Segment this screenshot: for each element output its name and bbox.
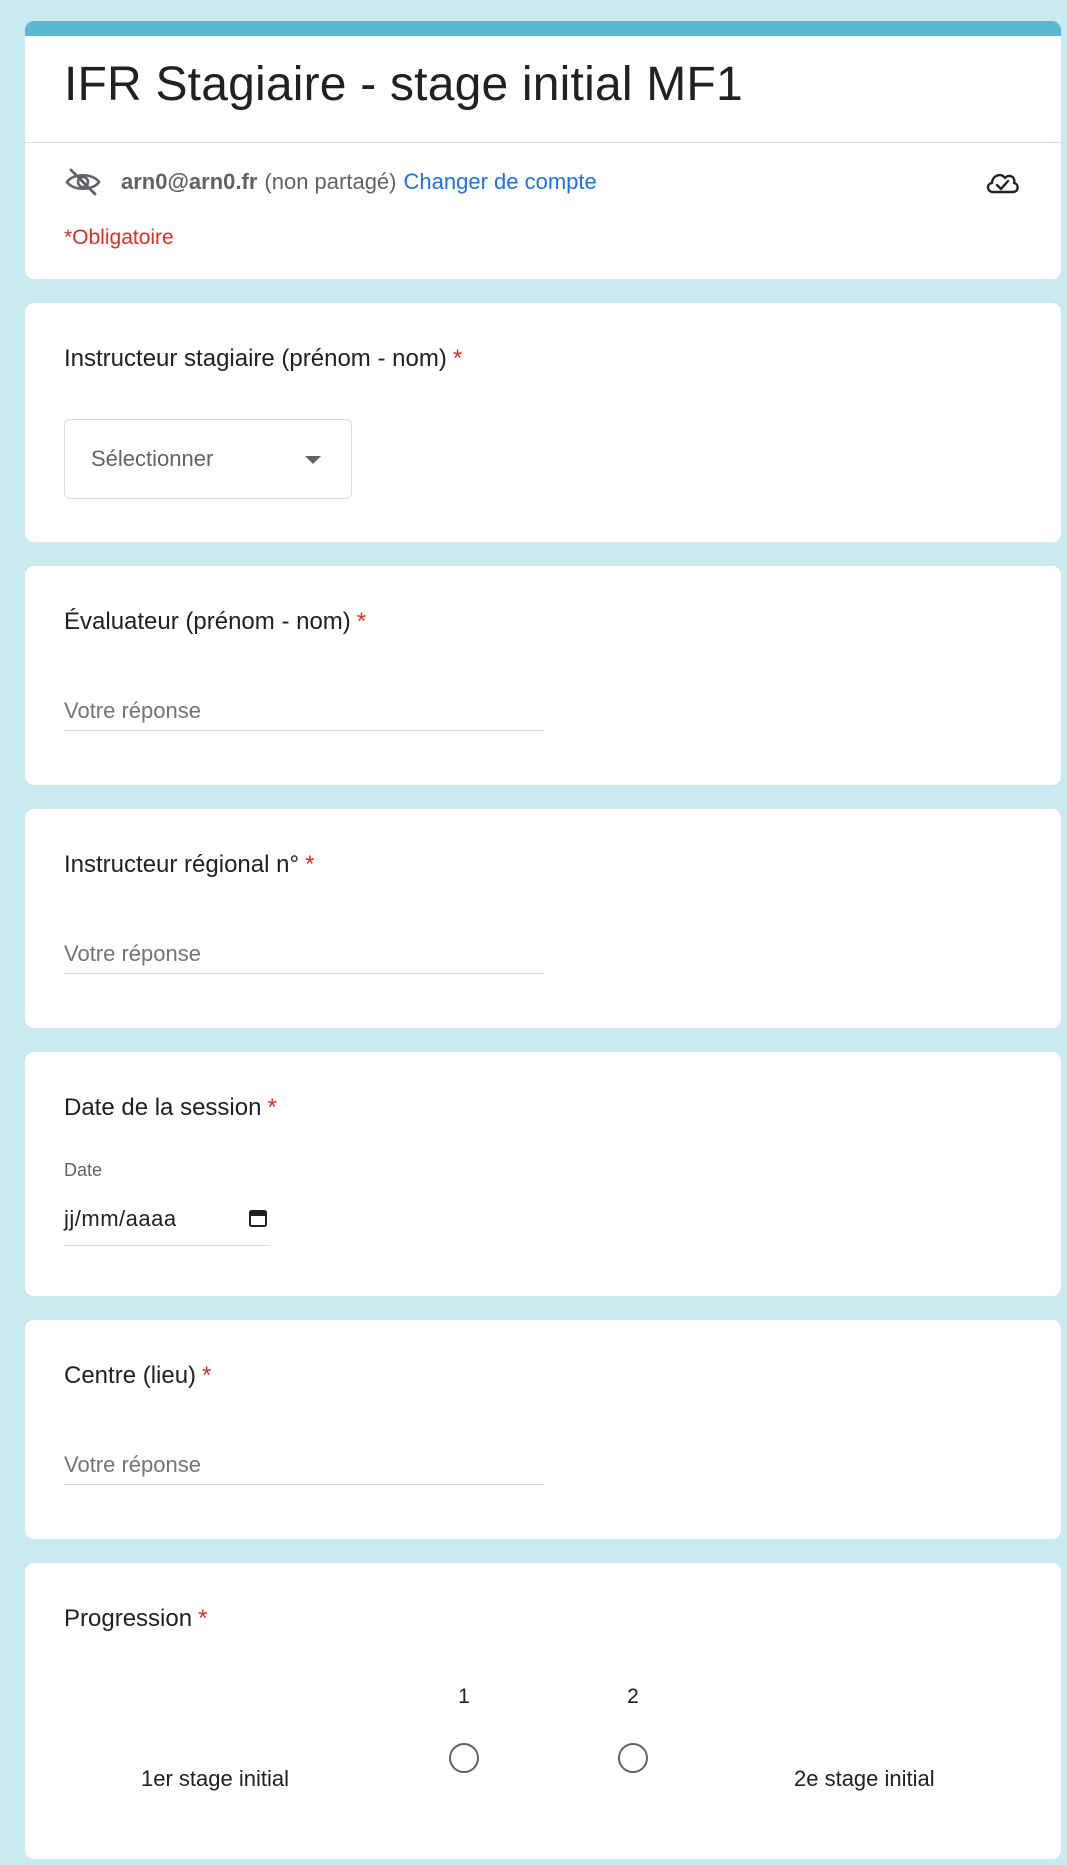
date-placeholder: jj/mm/aaaa <box>64 1206 177 1231</box>
question-title: Évaluateur (prénom - nom) * <box>64 608 366 636</box>
question-date-card: Date de la session * Date jj/mm/aaaa <box>24 1051 1062 1297</box>
radio-option-1[interactable] <box>449 1743 479 1773</box>
question-title: Progression * <box>64 1605 207 1633</box>
question-trainee-title: Instructeur stagiaire (prénom - nom) <box>64 345 447 372</box>
question-regional-card: Instructeur régional n° * <box>24 808 1062 1029</box>
required-asterisk: * <box>305 851 315 878</box>
trainee-select[interactable]: Sélectionner <box>64 419 352 499</box>
question-title: Date de la session * <box>64 1094 277 1122</box>
account-row: arn0@arn0.fr (non partagé) Changer de co… <box>64 164 1031 200</box>
share-status: (non partagé) <box>264 169 397 194</box>
question-trainee-card: Instructeur stagiaire (prénom - nom) * Sé… <box>24 302 1062 543</box>
chevron-down-icon <box>305 456 321 464</box>
scale-low-label: 1er stage initial <box>141 1766 289 1791</box>
header-divider <box>25 142 1061 143</box>
required-asterisk: * <box>202 1362 212 1389</box>
required-asterisk: * <box>198 1605 208 1632</box>
question-center-title: Centre (lieu) <box>64 1362 197 1389</box>
radio-option-2[interactable] <box>618 1743 648 1773</box>
required-asterisk: * <box>356 608 367 635</box>
regional-input[interactable] <box>64 941 544 974</box>
account-email: arn0@arn0.fr <box>121 169 258 194</box>
form-header-card: IFR Stagiaire - stage initial MF1 arn0@a… <box>24 20 1062 280</box>
date-sub-label: Date <box>64 1160 103 1180</box>
question-regional-title: Instructeur régional n° <box>64 851 300 878</box>
evaluator-input[interactable] <box>64 698 544 731</box>
select-value: Sélectionner <box>91 446 214 471</box>
question-date-title: Date de la session <box>64 1094 262 1121</box>
form-container: IFR Stagiaire - stage initial MF1 arn0@a… <box>24 20 1062 1860</box>
question-progression-title: Progression <box>64 1605 193 1632</box>
scale-number-2: 2 <box>627 1685 639 1708</box>
cloud-check-icon <box>983 164 1023 200</box>
accent-bar <box>25 21 1061 36</box>
calendar-icon[interactable] <box>248 1208 268 1228</box>
form-title: IFR Stagiaire - stage initial MF1 <box>64 58 743 111</box>
question-title: Instructeur stagiaire (prénom - nom) * <box>64 345 462 373</box>
switch-account-link[interactable]: Changer de compte <box>404 169 597 195</box>
question-title: Instructeur régional n° * <box>64 851 314 879</box>
scale-number-1: 1 <box>458 1685 470 1708</box>
required-asterisk: * <box>452 345 463 372</box>
question-progression-card: Progression * 1 2 1er stage initial 2e st… <box>24 1562 1062 1860</box>
required-asterisk: * <box>267 1094 277 1121</box>
scale-high-label: 2e stage initial <box>794 1766 935 1791</box>
question-center-card: Centre (lieu) * <box>24 1319 1062 1540</box>
question-evaluator-card: Évaluateur (prénom - nom) * <box>24 565 1062 786</box>
center-input[interactable] <box>64 1452 544 1485</box>
eye-off-icon <box>64 164 104 200</box>
question-title: Centre (lieu) * <box>64 1362 211 1390</box>
session-date-field[interactable]: jj/mm/aaaa <box>64 1206 270 1246</box>
required-note: *Obligatoire <box>64 226 174 249</box>
question-evaluator-title: Évaluateur (prénom - nom) <box>64 608 351 635</box>
